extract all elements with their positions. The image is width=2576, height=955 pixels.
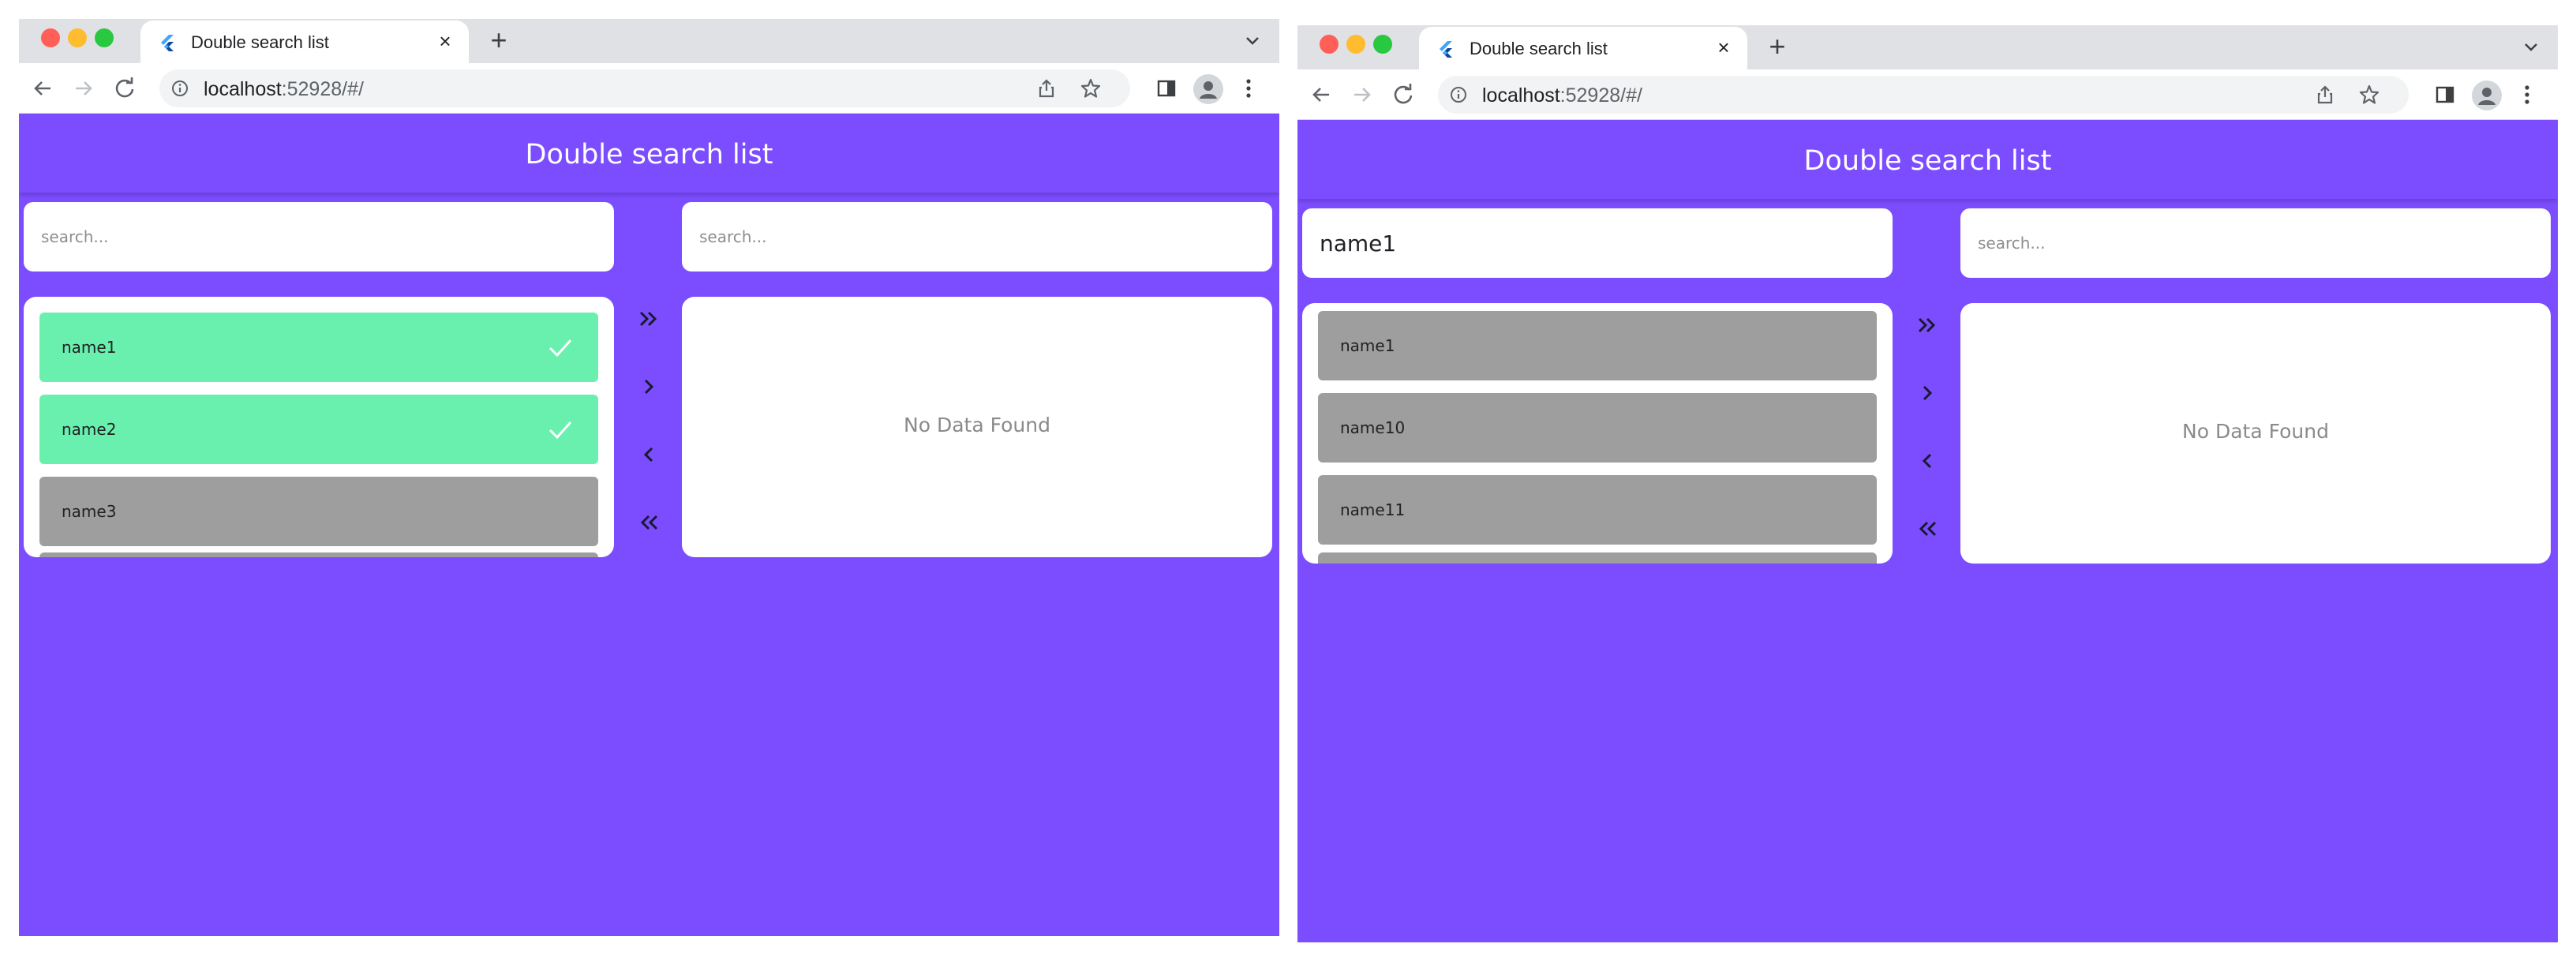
move-left-button[interactable] <box>1910 444 1945 478</box>
move-all-right-button[interactable] <box>631 301 666 336</box>
list-item[interactable]: name1 <box>1318 311 1877 380</box>
tab-title: Double search list <box>191 32 329 52</box>
flutter-logo-icon <box>1440 41 1452 58</box>
more-menu-icon[interactable] <box>1241 76 1256 101</box>
site-info-icon[interactable] <box>1449 85 1468 104</box>
profile-avatar[interactable] <box>2472 81 2502 110</box>
browser-window-right: Double search list × + localhost:52928/#… <box>1297 25 2558 942</box>
left-search-box <box>24 202 614 272</box>
minimize-window-button[interactable] <box>68 28 87 47</box>
double-chevron-right-icon <box>639 311 657 327</box>
move-all-left-button[interactable] <box>1910 511 1945 546</box>
bookmark-star-icon[interactable] <box>1080 77 1102 99</box>
more-menu-icon[interactable] <box>2519 82 2535 107</box>
reload-icon[interactable] <box>1389 81 1417 109</box>
site-info-icon[interactable] <box>170 79 189 98</box>
list-item-label: name10 <box>1340 418 1406 437</box>
browser-toolbar: localhost:52928/#/ <box>1297 69 2558 120</box>
zoom-window-button[interactable] <box>1373 35 1392 54</box>
chevron-right-icon <box>1923 385 1933 401</box>
list-item[interactable]: name10 <box>1318 393 1877 463</box>
double-chevron-left-icon <box>1919 521 1937 537</box>
list-item[interactable]: name1 <box>39 313 598 382</box>
close-window-button[interactable] <box>1320 35 1339 54</box>
profile-avatar[interactable] <box>1193 74 1223 104</box>
tab-search-chevron-icon[interactable] <box>2518 35 2544 60</box>
reload-icon[interactable] <box>110 74 139 103</box>
person-icon <box>2478 88 2496 105</box>
move-right-button[interactable] <box>631 369 666 404</box>
move-right-button[interactable] <box>1910 376 1945 410</box>
right-search-box <box>682 202 1272 272</box>
list-item-label: name11 <box>1340 500 1406 519</box>
bookmark-star-icon[interactable] <box>2358 84 2380 106</box>
browser-window-left: Double search list × + localhost:52928/#… <box>19 19 1279 936</box>
url-text[interactable]: localhost:52928/#/ <box>204 78 364 101</box>
person-icon <box>1200 81 1217 99</box>
address-bar[interactable]: localhost:52928/#/ <box>159 69 1130 107</box>
no-data-text: No Data Found <box>904 414 1050 436</box>
list-item[interactable]: name2 <box>39 395 598 464</box>
side-panel-icon[interactable] <box>2434 84 2456 106</box>
address-bar[interactable]: localhost:52928/#/ <box>1438 76 2409 114</box>
share-icon[interactable] <box>1035 77 1058 99</box>
right-list-panel: No Data Found <box>682 297 1272 557</box>
right-list-panel: No Data Found <box>1960 303 2551 564</box>
double-chevron-right-icon <box>1918 317 1936 333</box>
left-search-input[interactable] <box>24 202 614 272</box>
tab-bar: Double search list × + <box>1297 25 2558 71</box>
tab-close-icon[interactable]: × <box>434 30 456 52</box>
app-title: Double search list <box>1803 145 2052 177</box>
list-item-label: name3 <box>62 502 117 521</box>
zoom-window-button[interactable] <box>95 28 114 47</box>
list-item-label: name2 <box>62 420 117 439</box>
new-tab-icon[interactable]: + <box>1765 32 1790 61</box>
side-panel-icon[interactable] <box>1155 77 1178 99</box>
url-text[interactable]: localhost:52928/#/ <box>1482 84 1642 107</box>
move-all-left-button[interactable] <box>631 505 666 540</box>
tab-bar: Double search list × + <box>19 19 1279 65</box>
double-chevron-left-icon <box>640 515 658 530</box>
move-left-button[interactable] <box>631 437 666 472</box>
browser-tab[interactable]: Double search list × <box>140 21 469 65</box>
right-search-input[interactable] <box>1960 208 2551 278</box>
move-all-right-button[interactable] <box>1910 308 1945 343</box>
close-window-button[interactable] <box>41 28 60 47</box>
right-search-input[interactable] <box>682 202 1272 272</box>
list-item-label: name1 <box>62 338 117 357</box>
list-item-partial[interactable] <box>39 552 598 557</box>
left-search-input[interactable] <box>1302 208 1893 278</box>
new-tab-icon[interactable]: + <box>486 26 511 54</box>
tab-close-icon[interactable]: × <box>1713 36 1735 58</box>
left-list-panel: name1 name10 name11 <box>1302 303 1893 564</box>
back-arrow-icon[interactable] <box>1307 81 1335 109</box>
right-search-box <box>1960 208 2551 278</box>
flutter-logo-icon <box>161 35 174 51</box>
check-icon <box>549 421 572 440</box>
tab-title: Double search list <box>1470 39 1608 58</box>
forward-arrow-icon[interactable] <box>1348 81 1376 109</box>
chevron-left-icon <box>1922 453 1932 469</box>
list-item-partial[interactable] <box>1318 552 1877 564</box>
app-title: Double search list <box>525 139 773 170</box>
left-search-box <box>1302 208 1893 278</box>
chevron-left-icon <box>643 447 653 463</box>
share-icon[interactable] <box>2314 84 2336 106</box>
list-item[interactable]: name11 <box>1318 475 1877 545</box>
minimize-window-button[interactable] <box>1346 35 1365 54</box>
forward-arrow-icon[interactable] <box>69 74 98 103</box>
no-data-text: No Data Found <box>2182 420 2329 443</box>
check-icon <box>549 339 572 358</box>
list-item-label: name1 <box>1340 336 1395 355</box>
list-item[interactable]: name3 <box>39 477 598 546</box>
app-bar: Double search list <box>1297 120 2558 199</box>
app-bar: Double search list <box>19 114 1279 193</box>
back-arrow-icon[interactable] <box>28 74 57 103</box>
chevron-right-icon <box>644 379 654 395</box>
left-list-panel: name1 name2 name3 <box>24 297 614 557</box>
tab-search-chevron-icon[interactable] <box>1240 28 1265 54</box>
browser-toolbar: localhost:52928/#/ <box>19 63 1279 114</box>
browser-tab[interactable]: Double search list × <box>1419 27 1747 71</box>
